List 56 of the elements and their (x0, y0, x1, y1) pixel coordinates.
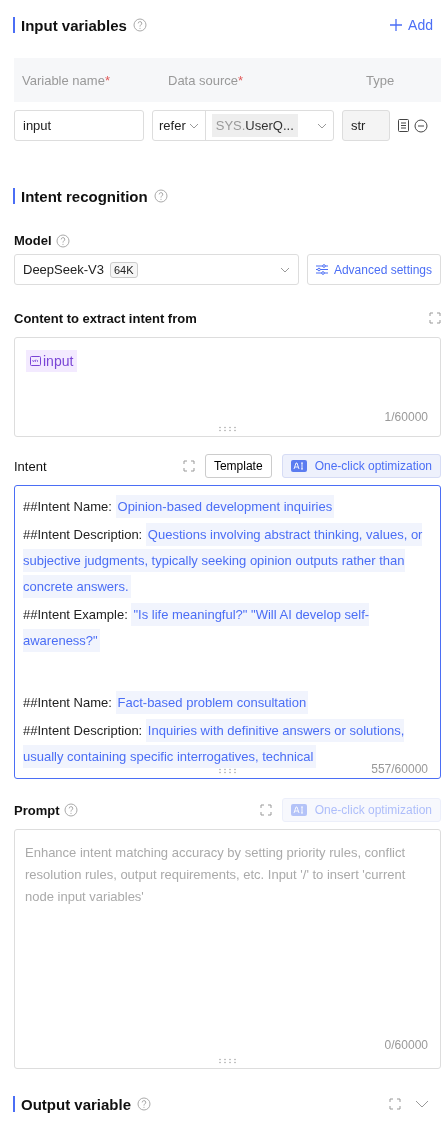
variable-icon (30, 356, 41, 366)
help-icon[interactable] (137, 1097, 152, 1111)
column-header: Variable name* (21, 72, 111, 88)
add-button[interactable]: Add (390, 17, 433, 33)
advanced-settings-button[interactable]: Advanced settings (306, 254, 441, 285)
intent-line: ##Intent Name: Fact-based problem consultation (23, 690, 432, 716)
section-title: Output variable (21, 1095, 132, 1113)
model-name: DeepSeek-V3 (23, 262, 104, 277)
type-field[interactable]: str (342, 110, 390, 141)
required-mark: * (238, 72, 244, 88)
chevron-down-icon[interactable] (415, 1100, 429, 1108)
intent-line: ##Intent Name: Opinion-based development inquiries (23, 494, 432, 520)
model-select[interactable]: DeepSeek-V3 64K (14, 254, 299, 285)
expand-icon[interactable] (259, 804, 272, 816)
document-icon[interactable] (398, 119, 409, 132)
help-icon[interactable] (55, 233, 70, 248)
plus-icon (390, 19, 403, 31)
field-label: Model (14, 233, 52, 248)
column-header: Type (365, 72, 396, 88)
source-mode-select[interactable]: refer (153, 111, 206, 140)
field-label: Prompt (14, 802, 60, 818)
expand-icon[interactable] (182, 460, 195, 472)
chevron-down-icon (317, 122, 327, 129)
field-label: Intent (14, 458, 47, 474)
chevron-down-icon (279, 266, 290, 273)
expand-icon[interactable] (389, 1098, 401, 1110)
data-source-field[interactable]: refer SYS.UserQ... (152, 110, 334, 141)
character-counter: 0/60000 (384, 1037, 428, 1054)
template-button[interactable]: Template (204, 454, 272, 478)
resize-handle-icon[interactable] (218, 768, 237, 774)
help-icon[interactable] (153, 189, 168, 203)
field-label: Content to extract intent from (14, 310, 197, 326)
section-title: Intent recognition (21, 187, 148, 205)
expand-icon[interactable] (429, 312, 441, 324)
variable-tag: input (26, 350, 78, 372)
intent-field[interactable] (14, 485, 441, 779)
help-icon[interactable] (63, 803, 78, 817)
optimize-button[interactable]: One-click optimization (281, 454, 441, 478)
source-value: SYS.UserQ... (211, 114, 298, 137)
ai-icon (290, 804, 307, 816)
remove-icon[interactable] (414, 118, 428, 133)
context-badge: 64K (109, 261, 138, 278)
help-icon[interactable] (132, 18, 147, 32)
character-counter: 557/60000 (371, 762, 428, 776)
placeholder-text: Enhance intent matching accuracy by setting priority rules, conflict resolution rules, output requirements, etc. Input '/' to insert 'current node input variables' (25, 845, 406, 904)
ai-icon (290, 460, 307, 472)
character-counter: 1/60000 (384, 410, 428, 424)
section-title: Input variables (21, 16, 127, 34)
resize-handle-icon[interactable] (218, 426, 237, 432)
sliders-icon (315, 264, 328, 275)
variable-name-field[interactable]: input (14, 110, 144, 141)
resize-handle-icon[interactable] (218, 1058, 237, 1064)
content-field[interactable]: input 1/60000 (14, 337, 441, 437)
column-header: Data source* (167, 72, 245, 88)
chevron-down-icon (188, 122, 199, 129)
required-mark: * (104, 72, 110, 88)
